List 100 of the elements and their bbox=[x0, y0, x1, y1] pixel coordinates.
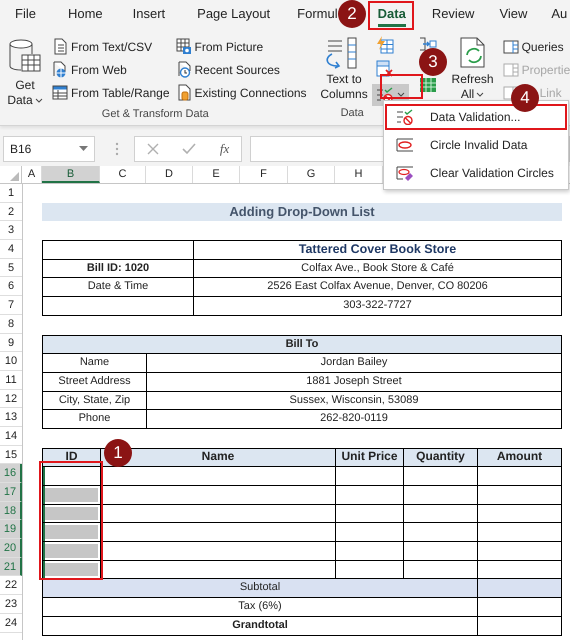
ribbon-tab[interactable]: View bbox=[499, 1, 528, 27]
panel-icon bbox=[502, 62, 519, 78]
picture-grid-icon bbox=[176, 38, 192, 55]
row-header[interactable]: 17 bbox=[0, 483, 22, 502]
row-header[interactable]: 24 bbox=[0, 614, 22, 632]
table-cell bbox=[336, 504, 404, 524]
row-header[interactable]: 13 bbox=[0, 408, 22, 427]
ribbon-command[interactable]: From Web bbox=[52, 60, 170, 79]
total-label: Grandtotal bbox=[43, 616, 478, 636]
table-cell bbox=[336, 542, 404, 561]
table-cell[interactable] bbox=[43, 560, 101, 580]
table-cell: 262-820-0119 bbox=[147, 410, 562, 429]
table-cell: 2526 East Colfax Avenue, Denver, CO 80206 bbox=[194, 278, 562, 298]
row-header[interactable]: 2 bbox=[0, 202, 22, 222]
circle-list-icon bbox=[396, 137, 414, 153]
row-header[interactable]: 5 bbox=[0, 258, 22, 278]
row-header[interactable]: 1 bbox=[0, 184, 22, 203]
row-header[interactable]: 6 bbox=[0, 277, 22, 296]
table-cell: City, State, Zip bbox=[43, 392, 147, 410]
row-header[interactable]: 16 bbox=[0, 464, 22, 483]
table-cell bbox=[336, 486, 404, 505]
table-cell[interactable] bbox=[43, 504, 101, 524]
row-header[interactable]: 8 bbox=[0, 314, 22, 334]
ribbon-command[interactable]: From Table/Range bbox=[52, 83, 170, 102]
caret-icon bbox=[79, 146, 88, 152]
ribbon-tab[interactable]: Insert bbox=[132, 1, 166, 27]
table-cell: Phone bbox=[43, 410, 147, 429]
row-header[interactable]: 12 bbox=[0, 390, 22, 408]
table-cell[interactable] bbox=[43, 542, 101, 561]
grip-icon[interactable] bbox=[115, 142, 119, 156]
row-header[interactable]: 23 bbox=[0, 595, 22, 614]
column-header[interactable]: C bbox=[100, 166, 146, 183]
table-cell: Colfax Ave., Book Store & Café bbox=[194, 260, 562, 278]
column-header[interactable]: E bbox=[193, 166, 240, 183]
group-label: Get & Transform Data bbox=[100, 108, 210, 122]
ribbon-command[interactable]: Existing Connections bbox=[176, 83, 307, 102]
row-header[interactable]: 11 bbox=[0, 370, 22, 390]
column-header[interactable]: D bbox=[146, 166, 193, 183]
sheet-title: Adding Drop-Down List bbox=[42, 202, 562, 222]
step-badge: 3 bbox=[419, 48, 447, 76]
table-header: Bill To bbox=[43, 336, 562, 354]
consolidate-icon[interactable] bbox=[418, 36, 437, 52]
table-cell[interactable] bbox=[43, 523, 101, 542]
table-cell: Sussex, Wisconsin, 53089 bbox=[147, 392, 562, 410]
row-header[interactable]: 20 bbox=[0, 539, 22, 558]
ribbon-command[interactable]: Recent Sources bbox=[176, 60, 307, 79]
row-header[interactable]: 21 bbox=[0, 558, 22, 576]
group-label: Data bbox=[340, 107, 364, 121]
column-header[interactable]: G bbox=[288, 166, 335, 183]
ribbon-tab[interactable]: Page Layout bbox=[197, 1, 270, 27]
ribbon-command[interactable]: From Picture bbox=[176, 37, 307, 56]
row-header[interactable]: 18 bbox=[0, 502, 22, 520]
ribbon-tab[interactable]: Formul bbox=[297, 1, 338, 27]
eraser-icon bbox=[396, 165, 414, 181]
table-cell: Street Address bbox=[43, 372, 147, 392]
remove-duplicates-icon[interactable] bbox=[376, 60, 394, 78]
table-cell: Bill ID: 1020 bbox=[43, 260, 194, 278]
globe-document-icon bbox=[52, 61, 68, 78]
flash-fill-icon[interactable] bbox=[376, 36, 394, 54]
column-header[interactable]: F bbox=[240, 166, 288, 183]
ribbon-tab[interactable]: Au bbox=[551, 1, 568, 27]
row-header[interactable]: 14 bbox=[0, 426, 22, 446]
step-badge: 2 bbox=[338, 0, 366, 28]
clock-document-icon bbox=[176, 61, 192, 78]
ribbon-tab[interactable]: Review bbox=[432, 1, 474, 27]
get-data-button[interactable]: Get Data bbox=[4, 32, 46, 108]
ribbon-command[interactable]: Queries bbox=[502, 37, 570, 56]
panel-icon bbox=[502, 38, 519, 54]
menu-item[interactable]: Clear Validation Circles bbox=[384, 159, 568, 187]
ribbon-tab[interactable]: Data bbox=[378, 1, 406, 27]
row-header[interactable]: 22 bbox=[0, 576, 22, 596]
ribbon-command: Propertie bbox=[502, 60, 570, 79]
row-header[interactable]: 9 bbox=[0, 334, 22, 352]
column-heading: Quantity bbox=[404, 448, 478, 468]
text-to-columns-button[interactable]: Text to Columns bbox=[318, 32, 370, 107]
table-cell: Jordan Bailey bbox=[147, 354, 562, 373]
menu-item[interactable]: Circle Invalid Data bbox=[384, 131, 568, 159]
row-header[interactable]: 10 bbox=[0, 352, 22, 371]
ribbon-tab[interactable]: Home bbox=[68, 1, 103, 27]
caret-icon bbox=[396, 92, 405, 98]
table-cell: Tattered Cover Book Store bbox=[194, 241, 562, 260]
caret-icon bbox=[476, 92, 484, 98]
column-header[interactable]: B bbox=[42, 166, 100, 183]
validation-icon bbox=[396, 109, 414, 125]
table-cell[interactable] bbox=[43, 467, 101, 486]
table-cell: 303-322-7727 bbox=[194, 297, 562, 316]
table-icon bbox=[52, 84, 68, 101]
highlight-frame bbox=[368, 1, 414, 30]
ribbon-command[interactable]: From Text/CSV bbox=[52, 37, 170, 56]
name-box[interactable]: B16 bbox=[3, 136, 95, 162]
ribbon-tab[interactable]: File bbox=[15, 1, 36, 27]
insert-function-button[interactable]: fx bbox=[220, 141, 230, 157]
row-header[interactable]: 4 bbox=[0, 240, 22, 259]
row-header[interactable]: 3 bbox=[0, 221, 22, 240]
row-header[interactable]: 19 bbox=[0, 520, 22, 540]
check-icon[interactable] bbox=[182, 143, 196, 155]
table-cell: Name bbox=[43, 354, 147, 373]
caret-icon bbox=[34, 98, 43, 104]
row-header[interactable]: 7 bbox=[0, 296, 22, 315]
table-cell[interactable] bbox=[43, 486, 101, 505]
